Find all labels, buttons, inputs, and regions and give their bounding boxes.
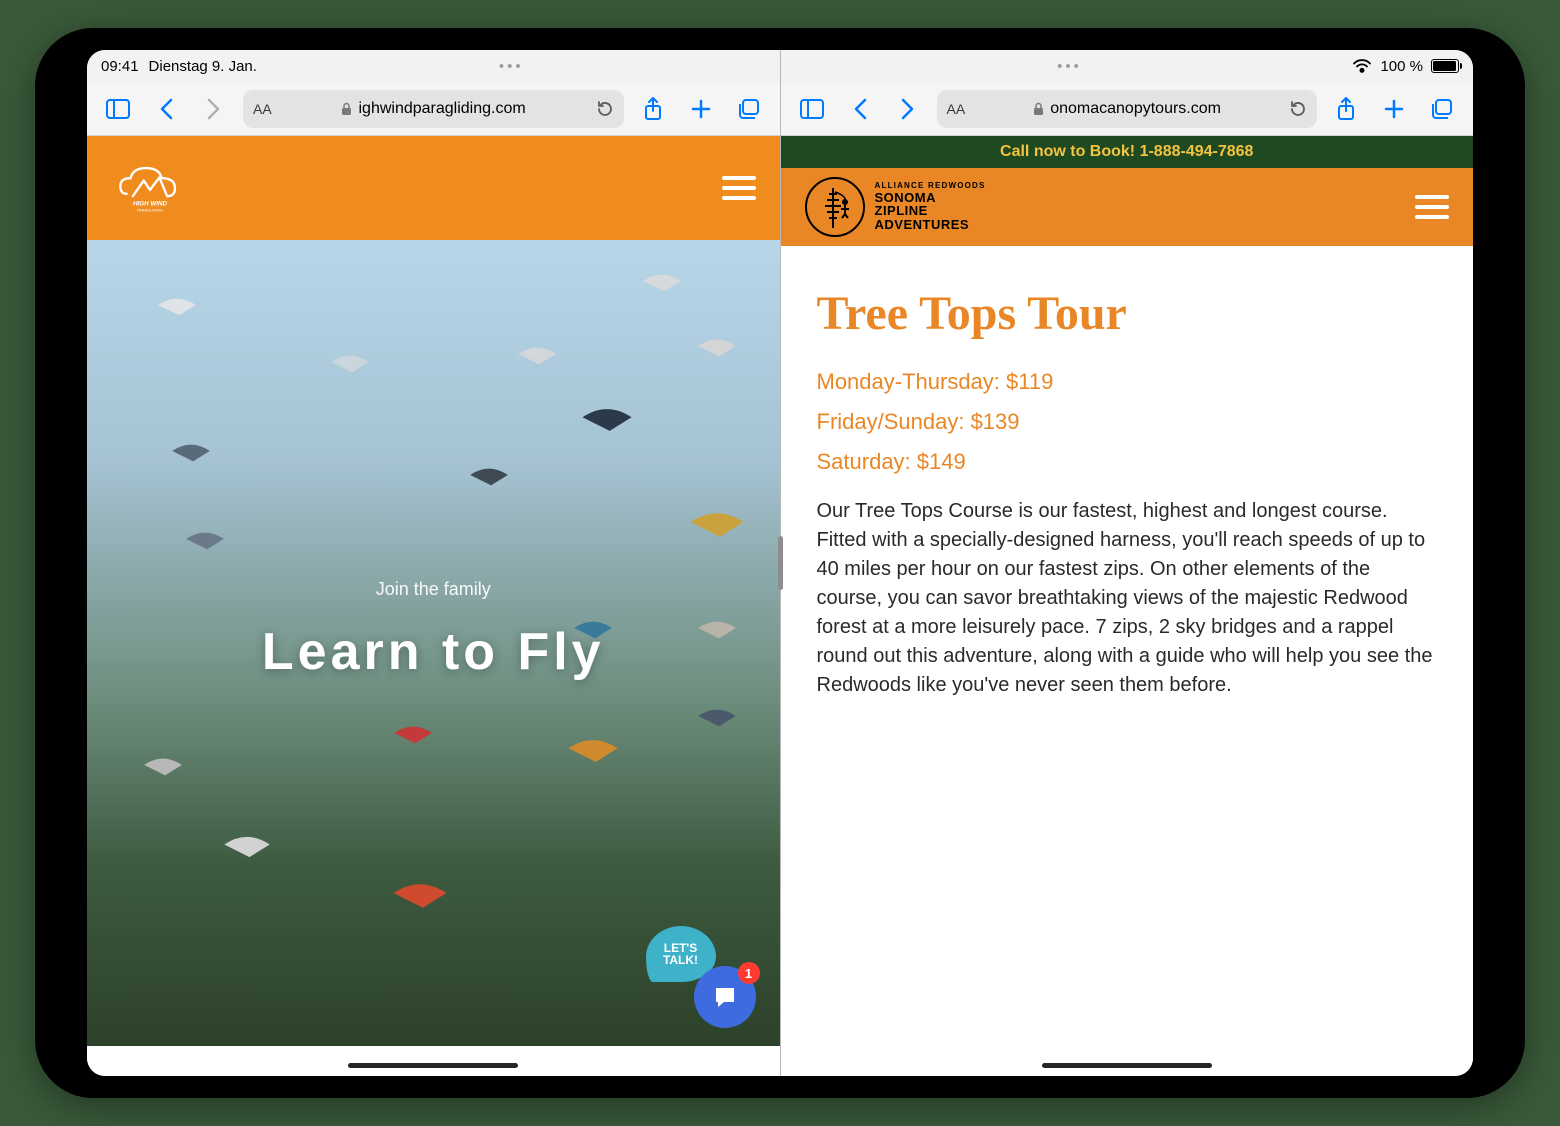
page-title: Tree Tops Tour xyxy=(817,286,1438,341)
safari-toolbar-right: AA onomacanopytours.com xyxy=(781,82,1474,136)
url-text-right: onomacanopytours.com xyxy=(1050,100,1221,118)
share-icon[interactable] xyxy=(1327,90,1365,128)
share-icon[interactable] xyxy=(634,90,672,128)
main-content: Tree Tops Tour Monday-Thursday: $119 Fri… xyxy=(781,246,1474,740)
logo-mark-icon xyxy=(805,177,865,237)
status-time: 09:41 xyxy=(101,58,139,75)
new-tab-icon[interactable] xyxy=(1375,90,1413,128)
price-sat: Saturday: $149 xyxy=(817,449,1438,475)
new-tab-icon[interactable] xyxy=(682,90,720,128)
battery-icon xyxy=(1431,59,1459,73)
address-bar-left[interactable]: AA ighwindparagliding.com xyxy=(243,90,624,128)
forward-icon[interactable] xyxy=(889,90,927,128)
tabs-icon[interactable] xyxy=(730,90,768,128)
split-divider-handle[interactable] xyxy=(778,536,783,590)
home-indicator-right[interactable] xyxy=(1042,1063,1212,1068)
logo-line3: ADVENTURES xyxy=(875,217,970,232)
site-header-left: HIGH WINDPARAGLIDING xyxy=(87,136,780,240)
ipad-screen: 09:41 Dienstag 9. Jan. ••• AA xyxy=(87,50,1473,1076)
hero-headline: Learn to Fly xyxy=(87,622,780,682)
multitasking-dots-right[interactable]: ••• xyxy=(795,58,1345,75)
chat-widget[interactable]: LET'S TALK! 1 xyxy=(694,966,756,1028)
ipad-frame: 09:41 Dienstag 9. Jan. ••• AA xyxy=(35,28,1525,1098)
url-text-left: ighwindparagliding.com xyxy=(358,100,525,118)
multitasking-dots-left[interactable]: ••• xyxy=(257,58,766,75)
pricing-block: Monday-Thursday: $119 Friday/Sunday: $13… xyxy=(817,369,1438,475)
lock-icon xyxy=(1033,102,1044,116)
status-bar-left: 09:41 Dienstag 9. Jan. ••• xyxy=(87,50,780,82)
status-date: Dienstag 9. Jan. xyxy=(149,58,257,75)
site-logo-left[interactable]: HIGH WINDPARAGLIDING xyxy=(111,156,189,221)
reload-icon[interactable] xyxy=(596,100,614,118)
hero-tagline: Join the family xyxy=(87,579,780,600)
text-size-icon[interactable]: AA xyxy=(947,101,966,117)
back-icon[interactable] xyxy=(147,90,185,128)
page-content-left: HIGH WINDPARAGLIDING xyxy=(87,136,780,1076)
svg-text:PARAGLIDING: PARAGLIDING xyxy=(137,207,163,212)
body-text: Our Tree Tops Course is our fastest, hig… xyxy=(817,497,1438,700)
forward-icon xyxy=(195,90,233,128)
split-left-pane: 09:41 Dienstag 9. Jan. ••• AA xyxy=(87,50,781,1076)
text-size-icon[interactable]: AA xyxy=(253,101,272,117)
promo-banner[interactable]: Call now to Book! 1-888-494-7868 xyxy=(781,136,1474,168)
safari-toolbar-left: AA ighwindparagliding.com xyxy=(87,82,780,136)
wifi-icon xyxy=(1352,59,1372,73)
price-fri-sun: Friday/Sunday: $139 xyxy=(817,409,1438,435)
tabs-icon[interactable] xyxy=(1423,90,1461,128)
battery-percent: 100 % xyxy=(1380,58,1423,75)
chat-bubble-icon[interactable]: 1 xyxy=(694,966,756,1028)
status-bar-right: ••• 100 % xyxy=(781,50,1474,82)
site-header-right: ALLIANCE REDWOODS SONOMA ZIPLINE ADVENTU… xyxy=(781,168,1474,246)
chat-badge: 1 xyxy=(738,962,760,984)
hero-section: Join the family Learn to Fly LET'S TALK!… xyxy=(87,240,780,1046)
sidebar-icon[interactable] xyxy=(99,90,137,128)
price-mon-thu: Monday-Thursday: $119 xyxy=(817,369,1438,395)
page-content-right: Call now to Book! 1-888-494-7868 ALLIANC… xyxy=(781,136,1474,1076)
address-bar-right[interactable]: AA onomacanopytours.com xyxy=(937,90,1318,128)
site-logo-right[interactable]: ALLIANCE REDWOODS SONOMA ZIPLINE ADVENTU… xyxy=(805,177,986,237)
home-indicator-left[interactable] xyxy=(348,1063,518,1068)
bottom-strip xyxy=(87,1046,780,1076)
menu-icon[interactable] xyxy=(722,176,756,200)
reload-icon[interactable] xyxy=(1289,100,1307,118)
split-right-pane: ••• 100 % AA onom xyxy=(781,50,1474,1076)
svg-text:HIGH WIND: HIGH WIND xyxy=(133,200,167,207)
lock-icon xyxy=(341,102,352,116)
menu-icon[interactable] xyxy=(1415,195,1449,219)
back-icon[interactable] xyxy=(841,90,879,128)
sidebar-icon[interactable] xyxy=(793,90,831,128)
